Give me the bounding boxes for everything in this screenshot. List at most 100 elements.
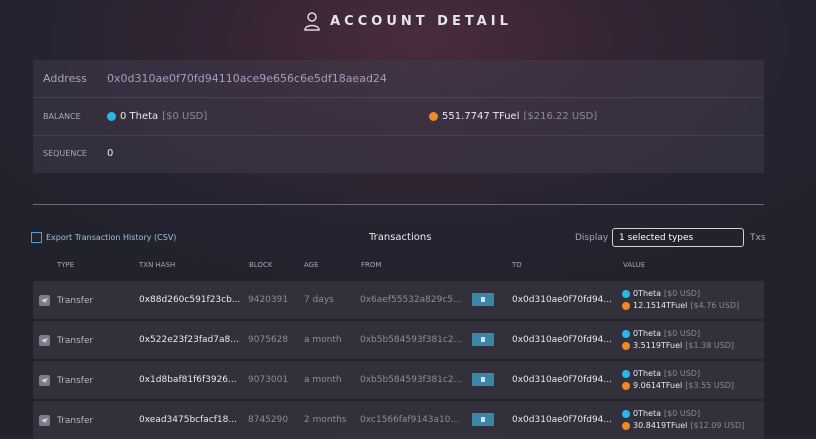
tfuel-icon bbox=[622, 422, 630, 430]
sequence-value: 0 bbox=[107, 148, 114, 159]
direction-icon bbox=[472, 373, 494, 386]
col-type: TYPE bbox=[57, 261, 75, 269]
theta-balance-value: 0 Theta bbox=[120, 111, 159, 122]
value-cell: 0Theta [$0 USD] 30.8419TFuel [$12.09 USD] bbox=[622, 408, 744, 432]
value-cell: 0Theta [$0 USD] 12.1514TFuel [$4.76 USD] bbox=[622, 288, 739, 312]
theta-icon bbox=[622, 330, 630, 338]
type-filter-select[interactable]: 1 selected types bbox=[612, 228, 744, 247]
account-card: Address 0x0d310ae0f70fd94110ace9e656c6e5… bbox=[33, 60, 764, 173]
txn-hash-link[interactable]: 0x88d260c591f23cb... bbox=[139, 295, 240, 305]
theta-usd: [$0 USD] bbox=[664, 409, 701, 418]
section-divider bbox=[33, 204, 764, 205]
theta-icon bbox=[622, 370, 630, 378]
tfuel-balance-usd: [$216.22 USD] bbox=[523, 111, 598, 122]
col-block: BLOCK bbox=[249, 261, 273, 269]
txn-hash-link[interactable]: 0xead3475bcfacf18... bbox=[139, 415, 237, 425]
col-age: AGE bbox=[304, 261, 319, 269]
tfuel-amount: 9.0614TFuel bbox=[633, 381, 683, 390]
col-from: FROM bbox=[361, 261, 382, 269]
theta-amount: 0Theta bbox=[633, 409, 662, 418]
block-link[interactable]: 8745290 bbox=[248, 415, 288, 425]
export-label: Export Transaction History (CSV) bbox=[46, 233, 177, 242]
value-cell: 0Theta [$0 USD] 9.0614TFuel [$3.55 USD] bbox=[622, 368, 734, 392]
type-cell: Transfer bbox=[39, 295, 93, 306]
to-link[interactable]: 0x0d310ae0f70fd94... bbox=[512, 375, 612, 385]
tfuel-icon bbox=[622, 382, 630, 390]
address-value[interactable]: 0x0d310ae0f70fd94110ace9e656c6e5df18aead… bbox=[107, 72, 387, 85]
theta-amount: 0Theta bbox=[633, 369, 662, 378]
tfuel-amount: 30.8419TFuel bbox=[633, 421, 688, 430]
block-link[interactable]: 9420391 bbox=[248, 295, 288, 305]
to-link[interactable]: 0x0d310ae0f70fd94... bbox=[512, 295, 612, 305]
theta-usd: [$0 USD] bbox=[664, 289, 701, 298]
col-to: TO bbox=[512, 261, 522, 269]
table-row[interactable]: Transfer 0x1d8baf81f6f3926... 9073001 a … bbox=[33, 361, 764, 399]
theta-icon bbox=[622, 290, 630, 298]
to-link[interactable]: 0x0d310ae0f70fd94... bbox=[512, 335, 612, 345]
value-cell: 0Theta [$0 USD] 3.5119TFuel [$1.38 USD] bbox=[622, 328, 734, 352]
page-header: ACCOUNT DETAIL bbox=[0, 12, 816, 35]
tfuel-usd: [$4.76 USD] bbox=[690, 301, 740, 310]
tfuel-usd: [$1.38 USD] bbox=[685, 341, 735, 350]
transfer-icon bbox=[39, 335, 50, 346]
direction-icon bbox=[472, 333, 494, 346]
transfer-icon bbox=[39, 375, 50, 386]
balance-label: BALANCE bbox=[43, 112, 81, 121]
type-label: Transfer bbox=[57, 335, 94, 346]
table-row[interactable]: Transfer 0xead3475bcfacf18... 8745290 2 … bbox=[33, 401, 764, 439]
to-link[interactable]: 0x0d310ae0f70fd94... bbox=[512, 415, 612, 425]
theta-amount: 0Theta bbox=[633, 329, 662, 338]
col-value: VALUE bbox=[623, 261, 646, 269]
tfuel-icon bbox=[429, 112, 438, 121]
from-link[interactable]: 0xb5b584593f381c2... bbox=[360, 335, 462, 345]
table-row[interactable]: Transfer 0x88d260c591f23cb... 9420391 7 … bbox=[33, 281, 764, 319]
theta-balance-usd: [$0 USD] bbox=[162, 111, 208, 122]
age-cell: 7 days bbox=[304, 295, 334, 305]
table-header: TYPE TXN HASH BLOCK AGE FROM TO VALUE bbox=[0, 261, 816, 271]
direction-icon bbox=[472, 293, 494, 306]
tfuel-amount: 12.1514TFuel bbox=[633, 301, 688, 310]
tfuel-balance: 551.7747 TFuel [$216.22 USD] bbox=[429, 111, 597, 122]
theta-amount: 0Theta bbox=[633, 289, 662, 298]
from-link[interactable]: 0xc1566faf9143a10... bbox=[360, 415, 459, 425]
age-cell: a month bbox=[304, 375, 342, 385]
theta-icon bbox=[107, 112, 116, 121]
col-hash: TXN HASH bbox=[139, 261, 176, 269]
type-label: Transfer bbox=[57, 295, 94, 306]
from-link[interactable]: 0xb5b584593f381c2... bbox=[360, 375, 462, 385]
theta-usd: [$0 USD] bbox=[664, 369, 701, 378]
age-cell: 2 months bbox=[304, 415, 347, 425]
block-link[interactable]: 9075628 bbox=[248, 335, 288, 345]
transactions-toolbar: Export Transaction History (CSV) Transac… bbox=[0, 228, 816, 248]
transfer-icon bbox=[39, 295, 50, 306]
transactions-title: Transactions bbox=[369, 232, 432, 243]
txn-hash-link[interactable]: 0x522e23f23fad7a8... bbox=[139, 335, 239, 345]
export-history-link[interactable]: Export Transaction History (CSV) bbox=[31, 232, 176, 243]
age-cell: a month bbox=[304, 335, 342, 345]
address-row: Address 0x0d310ae0f70fd94110ace9e656c6e5… bbox=[33, 60, 764, 98]
sequence-row: SEQUENCE 0 bbox=[33, 135, 764, 172]
display-label: Display bbox=[575, 233, 609, 243]
theta-icon bbox=[622, 410, 630, 418]
table-row[interactable]: Transfer 0x522e23f23fad7a8... 9075628 a … bbox=[33, 321, 764, 359]
from-link[interactable]: 0x6aef55532a829c5... bbox=[360, 295, 462, 305]
block-link[interactable]: 9073001 bbox=[248, 375, 288, 385]
tfuel-usd: [$3.55 USD] bbox=[685, 381, 735, 390]
type-cell: Transfer bbox=[39, 415, 93, 426]
txn-hash-link[interactable]: 0x1d8baf81f6f3926... bbox=[139, 375, 237, 385]
user-icon bbox=[304, 12, 320, 31]
tfuel-balance-value: 551.7747 TFuel bbox=[442, 111, 520, 122]
balance-row: BALANCE 0 Theta [$0 USD] 551.7747 TFuel … bbox=[33, 98, 764, 136]
tfuel-icon bbox=[622, 302, 630, 310]
type-cell: Transfer bbox=[39, 335, 93, 346]
theta-balance: 0 Theta [$0 USD] bbox=[107, 111, 207, 122]
transfer-icon bbox=[39, 415, 50, 426]
tfuel-icon bbox=[622, 342, 630, 350]
page-title: ACCOUNT DETAIL bbox=[330, 14, 512, 29]
direction-icon bbox=[472, 413, 494, 426]
type-cell: Transfer bbox=[39, 375, 93, 386]
address-label: Address bbox=[43, 72, 87, 85]
tfuel-amount: 3.5119TFuel bbox=[633, 341, 683, 350]
export-icon bbox=[31, 232, 42, 243]
txs-label: Txs bbox=[750, 233, 766, 243]
